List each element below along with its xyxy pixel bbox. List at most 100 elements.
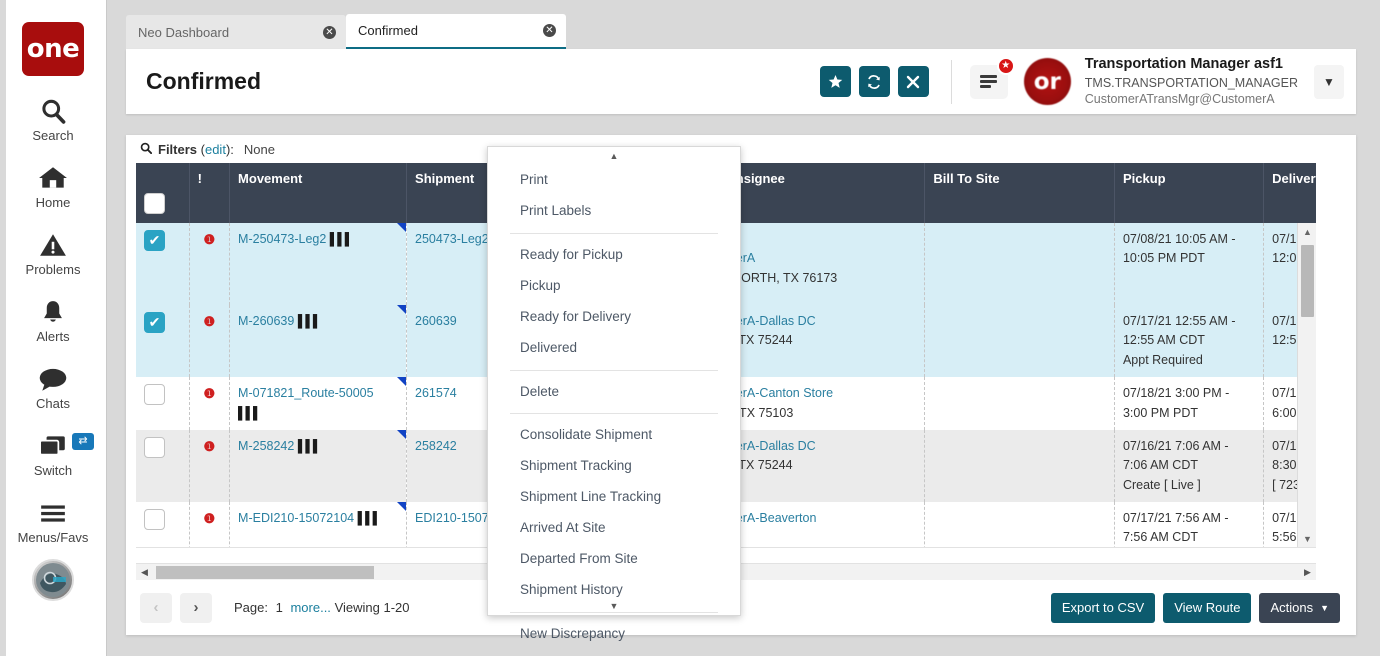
row-alert-cell[interactable]: ❶ — [189, 377, 229, 430]
alert-icon[interactable]: ❶ — [203, 386, 215, 401]
movement-link[interactable]: M-EDI210-15072104 — [238, 511, 354, 525]
menu-item-consolidate-shipment[interactable]: Consolidate Shipment — [488, 420, 740, 451]
sidebar-item-alerts[interactable]: Alerts — [0, 297, 106, 344]
prev-page-button[interactable]: ‹ — [140, 593, 172, 623]
column-header-consignee[interactable]: Consignee — [710, 163, 925, 223]
sidebar-item-search[interactable]: Search — [0, 96, 106, 143]
alert-icon[interactable]: ❶ — [203, 439, 215, 454]
sidebar-item-menus-favs[interactable]: Menus/Favs — [0, 498, 106, 545]
row-bill-to-site-cell[interactable] — [925, 430, 1115, 502]
sidebar-item-switch[interactable]: ⇄ Switch — [0, 431, 106, 478]
filters-edit-link[interactable]: edit — [205, 142, 226, 157]
next-page-button[interactable]: › — [180, 593, 212, 623]
shipment-link[interactable]: 250473-Leg2 — [415, 232, 489, 246]
row-pickup-cell[interactable]: 07/17/21 7:56 AM -7:56 AM CDTAppt Requir… — [1114, 502, 1263, 548]
alert-icon[interactable]: ❶ — [203, 511, 215, 526]
header-menu-button[interactable]: ★ — [970, 65, 1008, 99]
row-checkbox[interactable]: ✔ — [144, 312, 165, 333]
menu-item-shipment-line-tracking[interactable]: Shipment Line Tracking — [488, 482, 740, 513]
movement-link[interactable]: M-258242 — [238, 439, 294, 453]
row-checkbox[interactable] — [144, 437, 165, 458]
row-pickup-cell[interactable]: 07/18/21 3:00 PM -3:00 PM PDT — [1114, 377, 1263, 430]
row-checkbox-cell[interactable]: ✔ — [136, 305, 189, 377]
refresh-button[interactable] — [859, 66, 890, 97]
menu-item-discrepancies[interactable]: Discrepancies — [488, 650, 740, 656]
row-checkbox-cell[interactable] — [136, 502, 189, 548]
export-to-csv-button[interactable]: Export to CSV — [1051, 593, 1155, 623]
column-header-alert[interactable]: ! — [189, 163, 229, 223]
row-consignee-cell[interactable]: omerA-Dallas DCas, TX 75244 — [710, 305, 925, 377]
alert-icon[interactable]: ❶ — [203, 314, 215, 329]
menu-item-pickup[interactable]: Pickup — [488, 271, 740, 302]
shipment-link[interactable]: 258242 — [415, 439, 457, 453]
map-icon[interactable]: ▌▌▌ — [330, 230, 353, 249]
row-movement-cell[interactable]: M-250473-Leg2 ▌▌▌ — [230, 223, 407, 305]
close-icon[interactable]: ✕ — [543, 24, 556, 37]
menu-item-departed-from-site[interactable]: Departed From Site — [488, 544, 740, 575]
row-movement-cell[interactable]: M-071821_Route-50005 ▌▌▌ — [230, 377, 407, 430]
caret-up-icon[interactable]: ▲ — [488, 147, 740, 165]
user-avatar[interactable]: or — [1024, 58, 1071, 105]
menu-item-ready-for-delivery[interactable]: Ready for Delivery — [488, 302, 740, 333]
menu-item-print[interactable]: Print — [488, 165, 740, 196]
row-checkbox[interactable] — [144, 384, 165, 405]
menu-item-new-discrepancy[interactable]: New Discrepancy — [488, 619, 740, 650]
menu-item-shipment-tracking[interactable]: Shipment Tracking — [488, 451, 740, 482]
scroll-right-icon[interactable]: ▶ — [1299, 564, 1316, 581]
menu-item-ready-for-pickup[interactable]: Ready for Pickup — [488, 240, 740, 271]
map-icon[interactable]: ▌▌▌ — [238, 404, 261, 423]
movement-link[interactable]: M-250473-Leg2 — [238, 232, 326, 246]
map-icon[interactable]: ▌▌▌ — [358, 509, 381, 528]
shipment-link[interactable]: 260639 — [415, 314, 457, 328]
tab-confirmed[interactable]: Confirmed ✕ — [346, 14, 566, 50]
swap-arrows-icon[interactable]: ⇄ — [72, 433, 94, 450]
row-consignee-cell[interactable]: omerA-Dallas DCas, TX 75244 — [710, 430, 925, 502]
row-alert-cell[interactable]: ❶ — [189, 305, 229, 377]
column-header-movement[interactable]: Movement — [230, 163, 407, 223]
map-icon[interactable]: ▌▌▌ — [298, 312, 321, 331]
menu-item-print-labels[interactable]: Print Labels — [488, 196, 740, 227]
chevron-down-icon[interactable]: ▼ — [1314, 65, 1344, 99]
favorite-button[interactable] — [820, 66, 851, 97]
one-logo[interactable]: one — [22, 22, 84, 76]
more-pages-link[interactable]: more... — [290, 600, 330, 615]
sidebar-item-home[interactable]: Home — [0, 163, 106, 210]
avatar[interactable] — [32, 559, 74, 601]
column-header-select-all[interactable] — [136, 163, 189, 223]
row-checkbox-cell[interactable] — [136, 377, 189, 430]
column-header-delivery[interactable]: Delivery — [1264, 163, 1316, 223]
vertical-scroll-thumb[interactable] — [1301, 245, 1314, 317]
shipment-link[interactable]: 261574 — [415, 386, 457, 400]
row-consignee-cell[interactable]: AomerAT WORTH, TX 76173 — [710, 223, 925, 305]
row-consignee-cell[interactable]: omerA-Beavertoneverton, OR 97008 — [710, 502, 925, 548]
row-bill-to-site-cell[interactable] — [925, 377, 1115, 430]
row-alert-cell[interactable]: ❶ — [189, 223, 229, 305]
menu-item-delete[interactable]: Delete — [488, 377, 740, 408]
alert-icon[interactable]: ❶ — [203, 232, 215, 247]
row-checkbox-cell[interactable]: ✔ — [136, 223, 189, 305]
caret-down-icon[interactable]: ▼ — [488, 597, 740, 615]
row-bill-to-site-cell[interactable] — [925, 502, 1115, 548]
column-header-pickup[interactable]: Pickup — [1114, 163, 1263, 223]
row-pickup-cell[interactable]: 07/16/21 7:06 AM -7:06 AM CDTCreate [ Li… — [1114, 430, 1263, 502]
scroll-down-icon[interactable]: ▼ — [1298, 530, 1316, 548]
close-button[interactable] — [898, 66, 929, 97]
tab-neo-dashboard[interactable]: Neo Dashboard ✕ — [126, 15, 346, 50]
close-icon[interactable]: ✕ — [323, 26, 336, 39]
row-checkbox-cell[interactable] — [136, 430, 189, 502]
row-pickup-cell[interactable]: 07/08/21 10:05 AM -10:05 PM PDT — [1114, 223, 1263, 305]
view-route-button[interactable]: View Route — [1163, 593, 1251, 623]
menu-item-arrived-at-site[interactable]: Arrived At Site — [488, 513, 740, 544]
context-menu[interactable]: ▲ PrintPrint Labels Ready for PickupPicku… — [487, 146, 741, 616]
sidebar-item-chats[interactable]: Chats — [0, 364, 106, 411]
actions-button[interactable]: Actions ▼ — [1259, 593, 1340, 623]
scroll-left-icon[interactable]: ◀ — [136, 564, 153, 581]
movement-link[interactable]: M-071821_Route-50005 — [238, 386, 374, 400]
horizontal-scroll-thumb[interactable] — [156, 566, 374, 579]
row-bill-to-site-cell[interactable] — [925, 305, 1115, 377]
row-movement-cell[interactable]: M-258242 ▌▌▌ — [230, 430, 407, 502]
map-icon[interactable]: ▌▌▌ — [298, 437, 321, 456]
scroll-up-icon[interactable]: ▲ — [1298, 223, 1316, 241]
column-header-bill-to-site[interactable]: Bill To Site — [925, 163, 1115, 223]
row-alert-cell[interactable]: ❶ — [189, 502, 229, 548]
